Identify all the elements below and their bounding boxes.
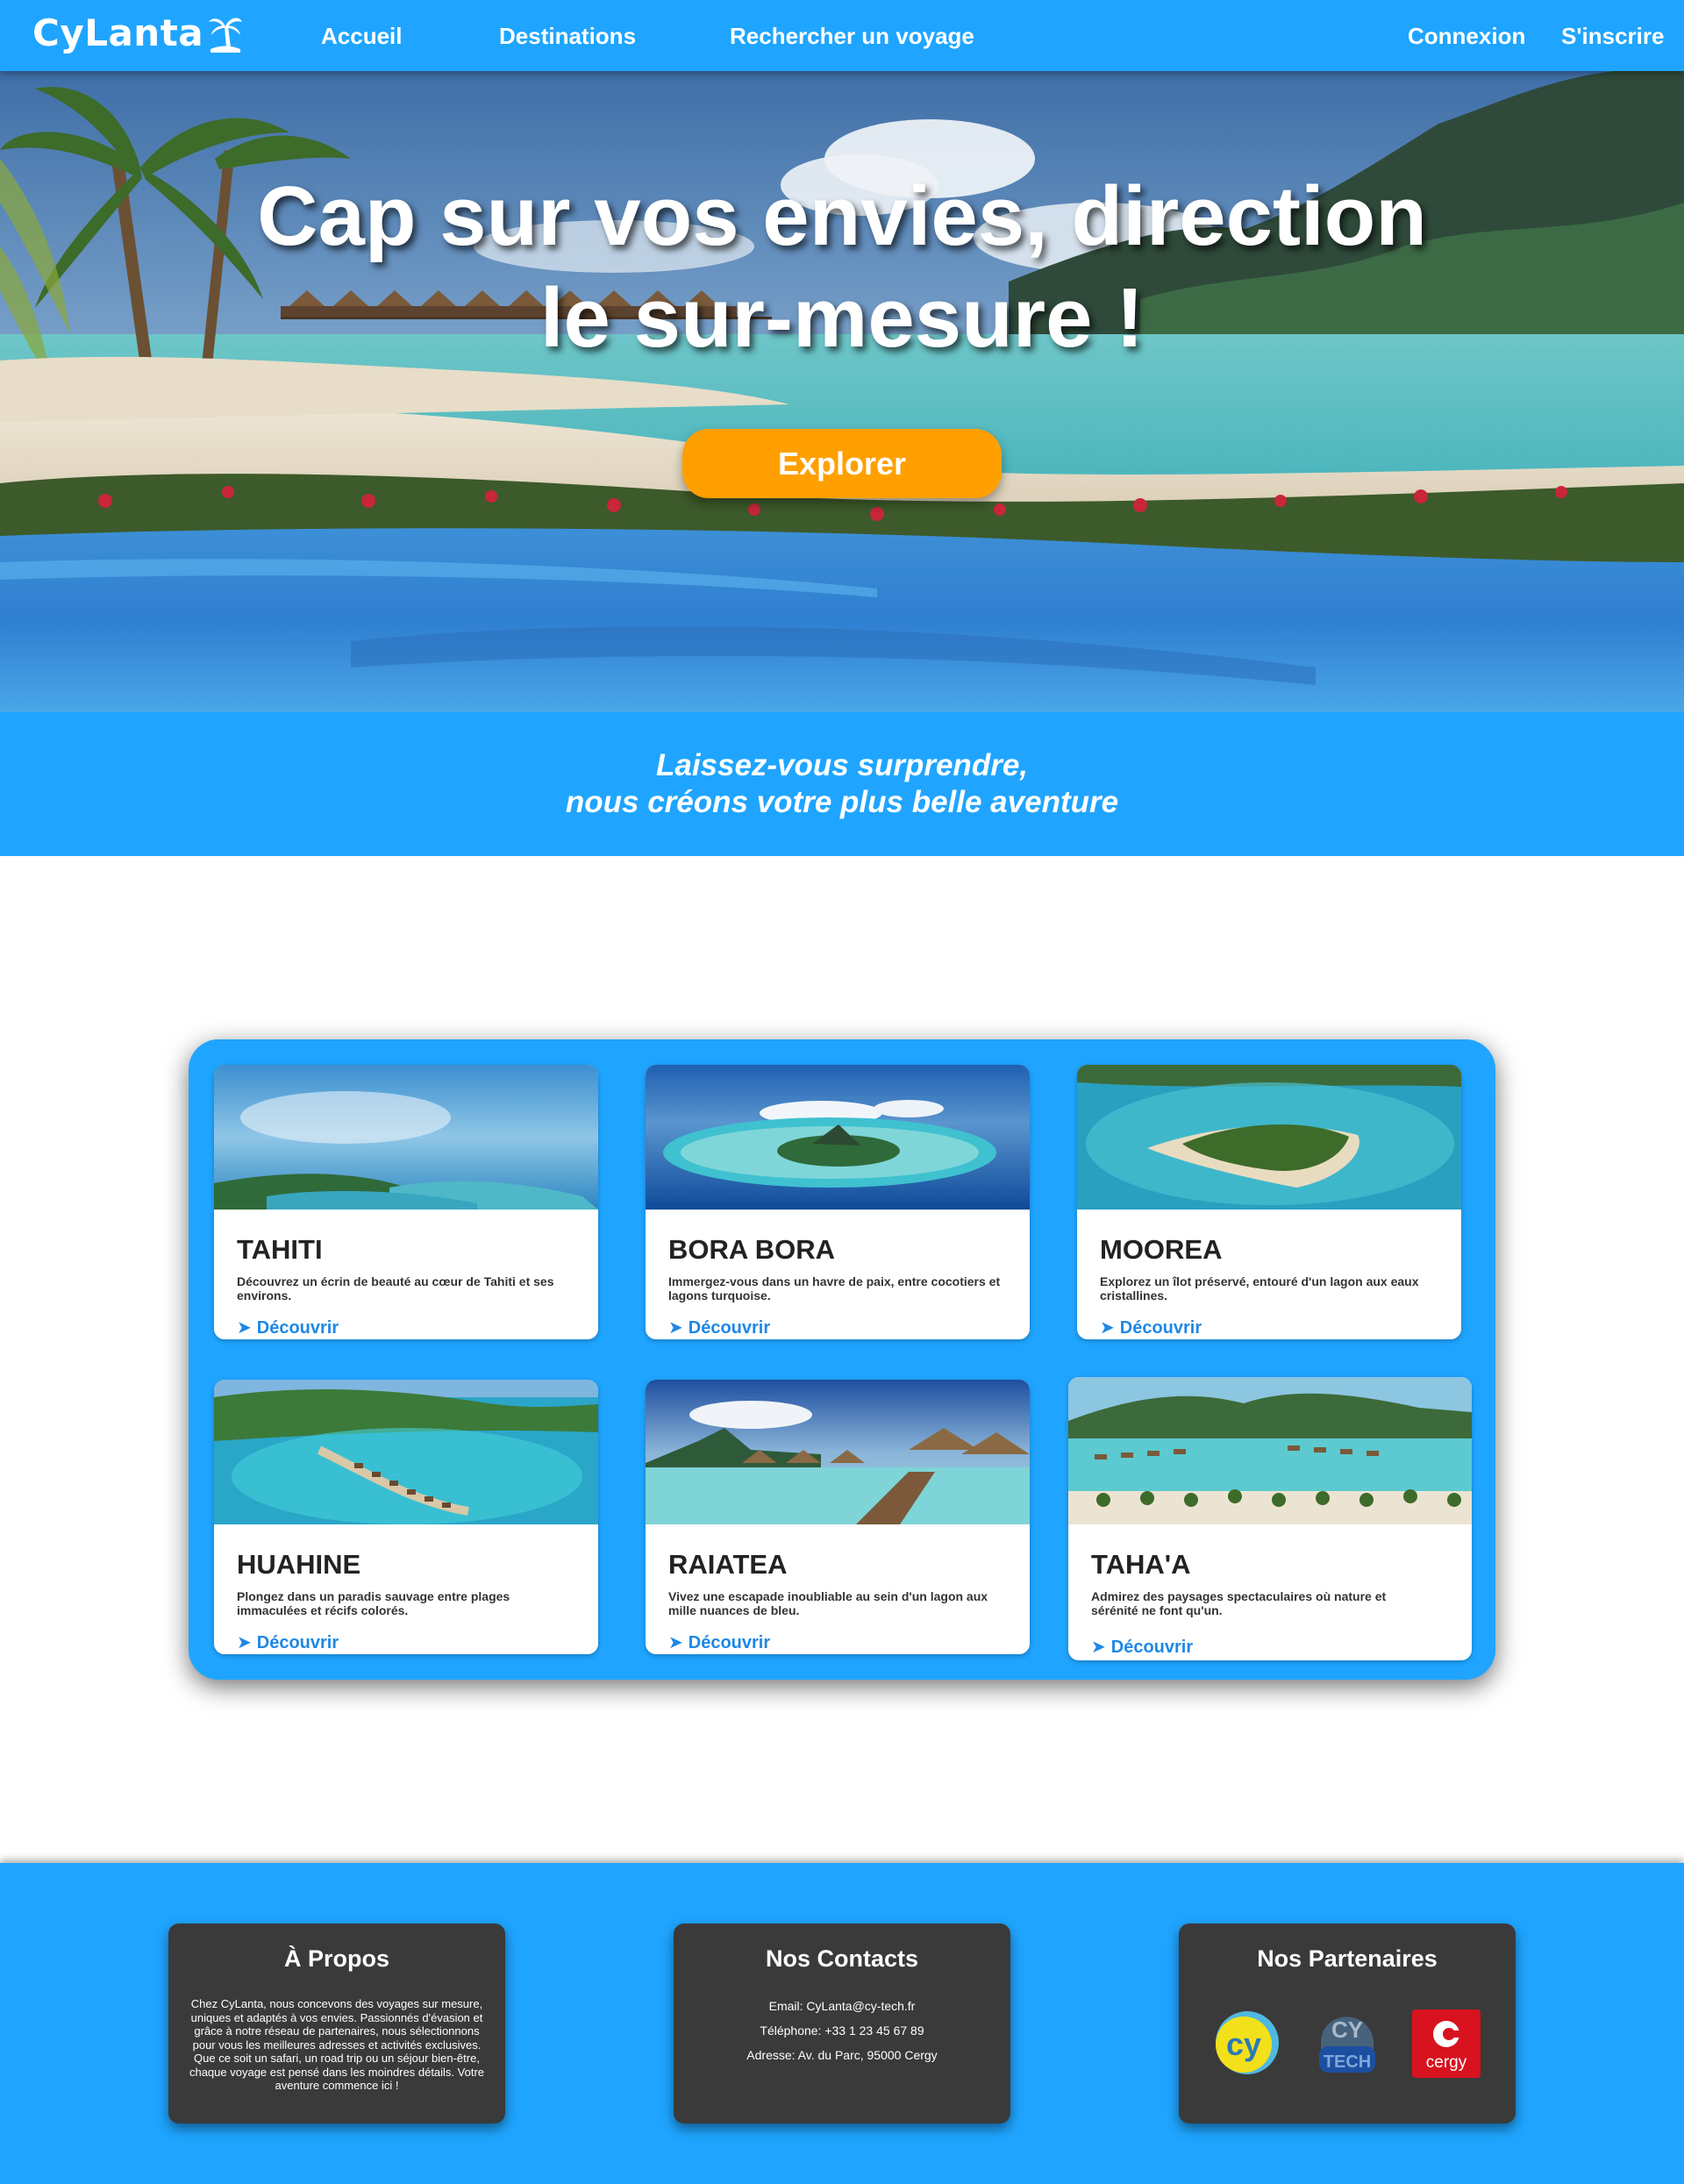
destination-description: Immergez-vous dans un havre de paix, ent… <box>668 1274 1001 1303</box>
destination-card-tahaa[interactable]: TAHA'A Admirez des paysages spectaculair… <box>1068 1377 1472 1660</box>
contact-address: Adresse: Av. du Parc, 95000 Cergy <box>746 2048 938 2062</box>
signup-link[interactable]: S'inscrire <box>1561 23 1664 49</box>
destination-description: Plongez dans un paradis sauvage entre pl… <box>237 1589 510 1617</box>
partner-logo-cergy[interactable]: cergy <box>1412 2009 1481 2078</box>
hero-banner: Cap sur vos envies, direction le sur-mes… <box>0 71 1684 712</box>
arrow-right-icon: ➤ <box>237 1318 252 1338</box>
bora-bora-image <box>646 1065 1030 1210</box>
arrow-right-icon: ➤ <box>668 1633 683 1652</box>
tagline-line-1: Laissez-vous surprendre, <box>655 748 1029 782</box>
destination-card-raiatea[interactable]: RAIATEA Vivez une escapade inoubliable a… <box>646 1380 1030 1654</box>
discover-link[interactable]: ➤ Découvrir <box>668 1633 770 1652</box>
discover-label: Découvrir <box>688 1318 771 1338</box>
tagline-band: Laissez-vous surprendre, nous créons vot… <box>0 712 1684 856</box>
svg-text:cy: cy <box>1226 2026 1261 2062</box>
svg-text:TECH: TECH <box>1324 2052 1371 2072</box>
discover-label: Découvrir <box>256 1633 339 1652</box>
destinations-panel: TAHITI Découvrez un écrin de beauté au c… <box>189 1039 1495 1680</box>
about-box: À Propos Chez CyLanta, nous concevons de… <box>168 1923 505 2123</box>
destination-description: Explorez un îlot préservé, entouré d'un … <box>1100 1274 1419 1303</box>
discover-label: Découvrir <box>1110 1638 1194 1657</box>
nav-accueil[interactable]: Accueil <box>321 23 403 49</box>
tahaa-image <box>1068 1377 1472 1524</box>
login-link[interactable]: Connexion <box>1408 23 1525 49</box>
brand-name: CyLanta <box>32 11 204 54</box>
hero-title-line-2: le sur-mesure ! <box>539 271 1145 365</box>
explore-button[interactable]: Explorer <box>682 429 1002 498</box>
contacts-title: Nos Contacts <box>765 1945 919 1972</box>
destination-description: Vivez une escapade inoubliable au sein d… <box>668 1589 988 1617</box>
destination-description: Découvrez un écrin de beauté au cœur de … <box>237 1274 554 1303</box>
partners-box: Nos Partenaires cy CY TECH cergy <box>1179 1923 1516 2123</box>
arrow-right-icon: ➤ <box>237 1633 252 1652</box>
discover-link[interactable]: ➤ Découvrir <box>237 1633 339 1652</box>
about-title: À Propos <box>283 1945 389 1972</box>
destination-title: TAHA'A <box>1091 1549 1191 1580</box>
discover-label: Découvrir <box>1119 1318 1202 1338</box>
discover-label: Découvrir <box>256 1318 339 1338</box>
brand-logo[interactable]: CyLanta <box>32 12 244 54</box>
discover-label: Découvrir <box>688 1633 771 1652</box>
huahine-image <box>214 1380 598 1524</box>
tahiti-image <box>214 1065 598 1210</box>
tagline-line-2: nous créons votre plus belle aventure <box>565 785 1119 819</box>
nav-search-trip[interactable]: Rechercher un voyage <box>730 23 974 49</box>
contact-email[interactable]: Email: CyLanta@cy-tech.fr <box>674 1994 1010 2018</box>
hero-title-line-1: Cap sur vos envies, direction <box>257 169 1427 263</box>
destination-title: BORA BORA <box>668 1234 836 1265</box>
destination-title: HUAHINE <box>237 1549 361 1580</box>
raiatea-image <box>646 1380 1030 1524</box>
destination-description: Admirez des paysages spectaculaires où n… <box>1091 1589 1387 1617</box>
discover-link[interactable]: ➤ Découvrir <box>1100 1318 1202 1338</box>
partner-logo-cytech[interactable]: CY TECH <box>1312 2008 1382 2078</box>
contacts-box: Nos Contacts Email: CyLanta@cy-tech.fr T… <box>674 1923 1010 2123</box>
destination-title: TAHITI <box>237 1234 323 1265</box>
discover-link[interactable]: ➤ Découvrir <box>1091 1638 1193 1657</box>
arrow-right-icon: ➤ <box>668 1318 683 1338</box>
palm-tree-icon <box>209 18 243 53</box>
arrow-right-icon: ➤ <box>1100 1318 1115 1338</box>
partners-title: Nos Partenaires <box>1257 1945 1438 1972</box>
hero-title: Cap sur vos envies, direction le sur-mes… <box>0 166 1684 369</box>
contact-phone[interactable]: Téléphone: +33 1 23 45 67 89 <box>674 2018 1010 2043</box>
partner-logo-cy[interactable]: cy <box>1212 2008 1282 2078</box>
discover-link[interactable]: ➤ Découvrir <box>668 1318 770 1338</box>
nav-destinations[interactable]: Destinations <box>499 23 636 49</box>
destination-card-bora-bora[interactable]: BORA BORA Immergez-vous dans un havre de… <box>646 1065 1030 1339</box>
discover-link[interactable]: ➤ Découvrir <box>237 1318 339 1338</box>
svg-text:cergy: cergy <box>1426 2053 1467 2072</box>
moorea-image <box>1077 1065 1461 1210</box>
destination-card-huahine[interactable]: HUAHINE Plongez dans un paradis sauvage … <box>214 1380 598 1654</box>
arrow-right-icon: ➤ <box>1091 1638 1106 1657</box>
destination-card-tahiti[interactable]: TAHITI Découvrez un écrin de beauté au c… <box>214 1065 598 1339</box>
destination-card-moorea[interactable]: MOOREA Explorez un îlot préservé, entour… <box>1077 1065 1461 1339</box>
destination-title: RAIATEA <box>668 1549 788 1580</box>
destination-title: MOOREA <box>1100 1234 1223 1265</box>
about-text: Chez CyLanta, nous concevons des voyages… <box>189 1997 485 2092</box>
navbar: CyLanta Accueil Destinations Rechercher … <box>0 0 1684 71</box>
footer: À Propos Chez CyLanta, nous concevons de… <box>0 1863 1684 2184</box>
svg-text:CY: CY <box>1331 2016 1363 2043</box>
